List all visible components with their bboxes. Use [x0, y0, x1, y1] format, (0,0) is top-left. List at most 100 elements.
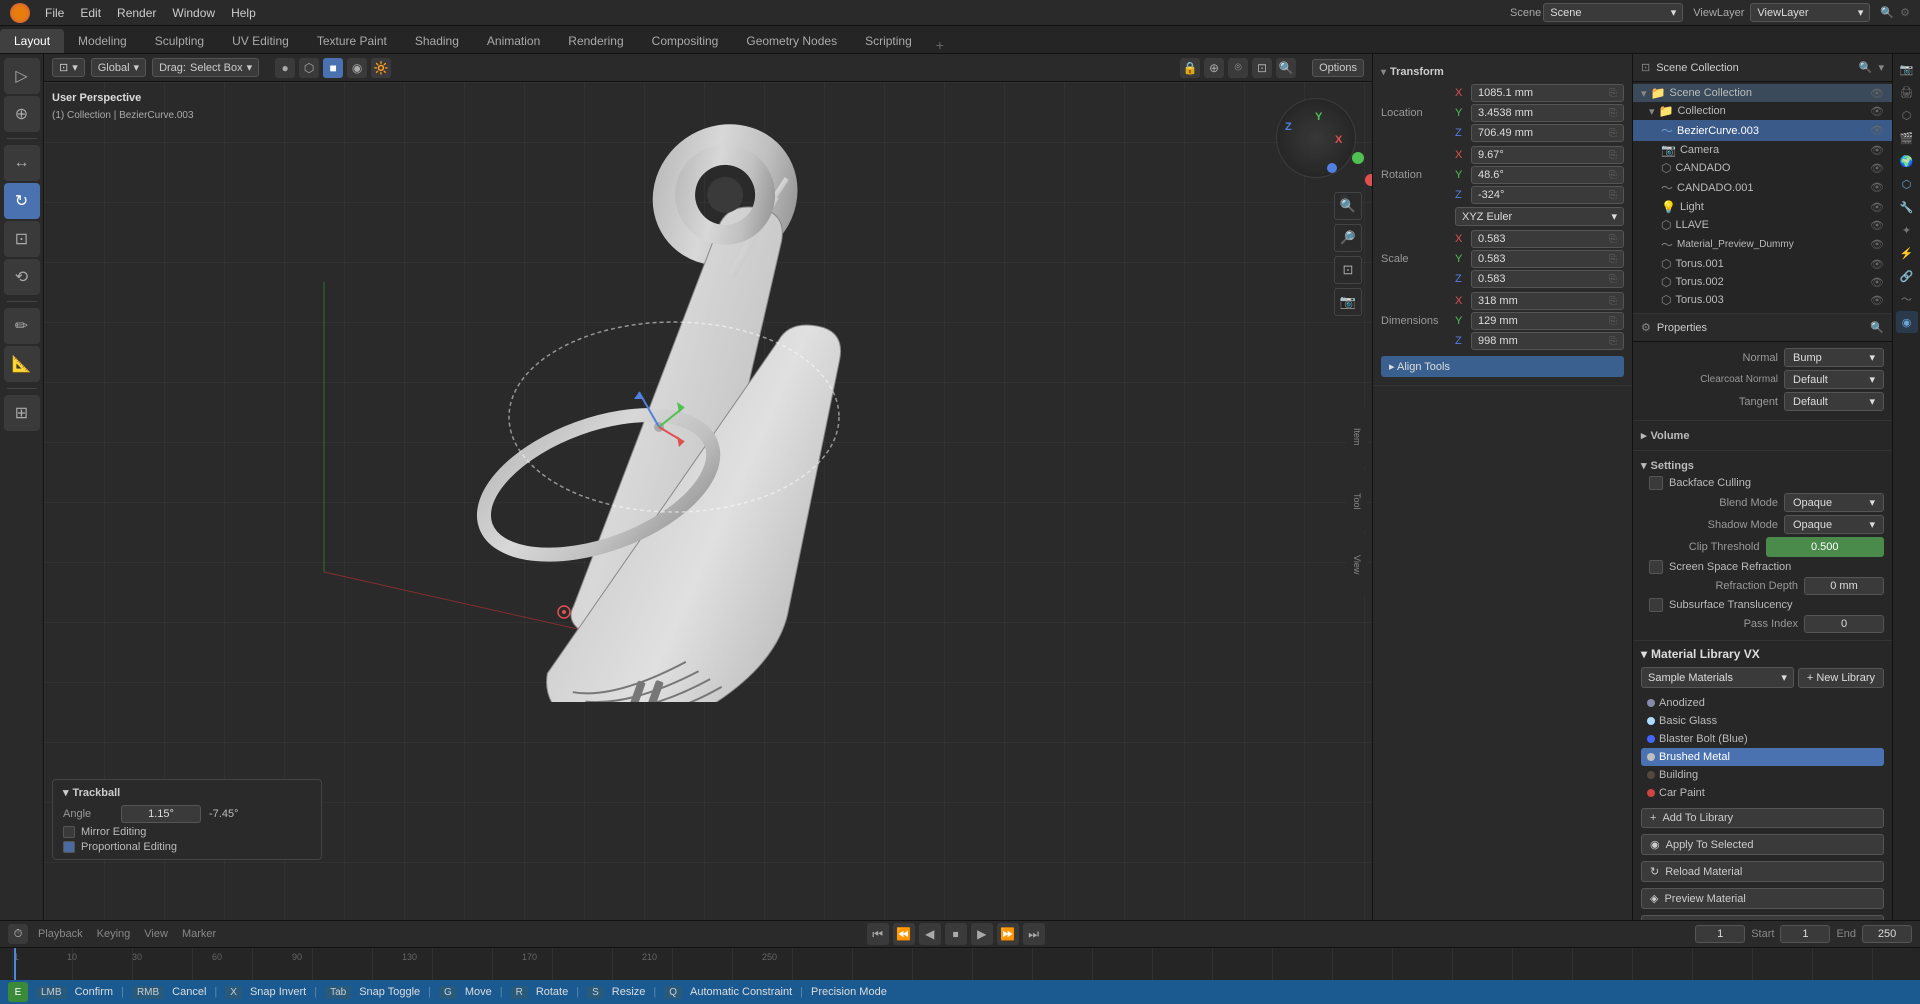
- render-props-btn[interactable]: 📷: [1896, 58, 1918, 80]
- dim-x-field[interactable]: 318 mm ⎘: [1471, 292, 1624, 310]
- transform-section-title[interactable]: ▾ Transform: [1381, 62, 1624, 84]
- playback-label[interactable]: Playback: [38, 928, 83, 940]
- particles-props-btn[interactable]: ✦: [1896, 219, 1918, 241]
- outliner-item-collection[interactable]: ▾ 📁 Collection 👁: [1633, 102, 1892, 120]
- mat-item-anodized[interactable]: Anodized: [1641, 694, 1884, 712]
- gizmo-btn[interactable]: ⊕: [1204, 58, 1224, 78]
- output-props-btn[interactable]: 🖨: [1896, 81, 1918, 103]
- mirror-editing-checkbox[interactable]: [63, 826, 75, 838]
- orientation-selector[interactable]: Global▾: [91, 58, 146, 77]
- rot-y-field[interactable]: 48.6° ⎘: [1471, 166, 1624, 184]
- normal-dropdown[interactable]: Bump▾: [1784, 348, 1884, 367]
- jump-start-btn[interactable]: ⏮: [867, 923, 889, 945]
- light-eye[interactable]: 👁: [1870, 201, 1884, 214]
- scene-collection-eye[interactable]: 👁: [1870, 87, 1884, 100]
- prev-keyframe-btn[interactable]: ⏪: [893, 923, 915, 945]
- outliner-item-torus003[interactable]: ⬡ Torus.003 👁: [1633, 291, 1892, 309]
- xray-btn[interactable]: ⊡: [1252, 58, 1272, 78]
- overlay-btn[interactable]: ⌾: [1228, 58, 1248, 78]
- wireframe-btn[interactable]: ⬡: [299, 58, 319, 78]
- navigation-orb[interactable]: X Y Z: [1276, 98, 1356, 178]
- tab-scripting[interactable]: Scripting: [851, 29, 926, 53]
- measure-tool-btn[interactable]: 📐: [4, 346, 40, 382]
- solid-btn[interactable]: ■: [323, 58, 343, 78]
- torus003-eye[interactable]: 👁: [1870, 294, 1884, 307]
- menu-help[interactable]: Help: [224, 3, 263, 23]
- outliner-item-torus001[interactable]: ⬡ Torus.001 👁: [1633, 255, 1892, 273]
- outliner-item-preview-dummy[interactable]: 〜 Material_Preview_Dummy 👁: [1633, 234, 1892, 255]
- refraction-depth-value[interactable]: 0 mm: [1804, 577, 1884, 595]
- transform-tool-btn[interactable]: ⟲: [4, 259, 40, 295]
- timeline-body[interactable]: 1 10 30 60 90 130 170 210 250: [0, 948, 1920, 980]
- tab-rendering[interactable]: Rendering: [554, 29, 637, 53]
- tab-uv-editing[interactable]: UV Editing: [218, 29, 303, 53]
- apply-to-selected-btn[interactable]: ◉Apply To Selected: [1641, 834, 1884, 855]
- properties-search-btn[interactable]: 🔍: [1870, 321, 1884, 334]
- scale-tool-btn[interactable]: ⊡: [4, 221, 40, 257]
- play-btn[interactable]: ▶: [971, 923, 993, 945]
- dim-z-field[interactable]: 998 mm ⎘: [1471, 332, 1624, 350]
- cursor-tool-btn[interactable]: ⊕: [4, 96, 40, 132]
- new-library-btn[interactable]: +New Library: [1798, 668, 1884, 688]
- blend-mode-dropdown[interactable]: Opaque▾: [1784, 493, 1884, 512]
- frame-all-btn[interactable]: ⊡: [1334, 256, 1362, 284]
- scale-y-field[interactable]: 0.583 ⎘: [1471, 250, 1624, 268]
- keying-label[interactable]: Keying: [97, 928, 131, 940]
- loc-x-field[interactable]: 1085.1 mm ⎘: [1471, 84, 1624, 102]
- subsurface-translucency-checkbox[interactable]: [1649, 598, 1663, 612]
- next-keyframe-btn[interactable]: ⏩: [997, 923, 1019, 945]
- tab-animation[interactable]: Animation: [473, 29, 554, 53]
- data-props-btn[interactable]: 〜: [1896, 288, 1918, 310]
- scene-selector[interactable]: Scene▾: [1543, 3, 1683, 22]
- item-panel-btn[interactable]: Item: [1346, 407, 1368, 467]
- outliner-item-scene-collection[interactable]: ▾ 📁 Scene Collection 👁: [1633, 84, 1892, 102]
- stop-btn[interactable]: ⏹: [945, 923, 967, 945]
- bezier-eye[interactable]: 👁: [1870, 124, 1884, 137]
- scale-x-field[interactable]: 0.583 ⎘: [1471, 230, 1624, 248]
- rotate-tool-btn[interactable]: ↻: [4, 183, 40, 219]
- candado-eye[interactable]: 👁: [1870, 162, 1884, 175]
- loc-z-field[interactable]: 706.49 mm ⎘: [1471, 124, 1624, 142]
- current-frame-field[interactable]: 1: [1695, 925, 1745, 943]
- reload-material-btn[interactable]: ↻Reload Material: [1641, 861, 1884, 882]
- mat-item-building[interactable]: Building: [1641, 766, 1884, 784]
- preview-dummy-eye[interactable]: 👁: [1870, 238, 1884, 251]
- tab-shading[interactable]: Shading: [401, 29, 473, 53]
- dim-y-field[interactable]: 129 mm ⎘: [1471, 312, 1624, 330]
- start-frame-field[interactable]: 1: [1780, 925, 1830, 943]
- mat-item-brushed-metal[interactable]: Brushed Metal: [1641, 748, 1884, 766]
- loc-y-field[interactable]: 3.4538 mm ⎘: [1471, 104, 1624, 122]
- backface-culling-checkbox[interactable]: [1649, 476, 1663, 490]
- menu-file[interactable]: File: [38, 3, 71, 23]
- add-to-library-btn[interactable]: +Add To Library: [1641, 808, 1884, 828]
- physics-props-btn[interactable]: ⚡: [1896, 242, 1918, 264]
- view-panel-btn[interactable]: View: [1346, 535, 1368, 595]
- search-viewport-btn[interactable]: 🔍: [1276, 58, 1296, 78]
- view-label[interactable]: View: [144, 928, 168, 940]
- viewport-mode-btn[interactable]: ●: [275, 58, 295, 78]
- scene-props-btn[interactable]: 🎬: [1896, 127, 1918, 149]
- material-library-dropdown[interactable]: Sample Materials ▾: [1641, 667, 1794, 688]
- camera-eye[interactable]: 👁: [1870, 144, 1884, 157]
- preview-material-btn[interactable]: ◈Preview Material: [1641, 888, 1884, 909]
- shadow-mode-dropdown[interactable]: Opaque▾: [1784, 515, 1884, 534]
- menu-edit[interactable]: Edit: [73, 3, 108, 23]
- outliner-item-candado001[interactable]: 〜 CANDADO.001 👁: [1633, 177, 1892, 198]
- engine-icon[interactable]: E: [8, 982, 28, 1002]
- add-tool-btn[interactable]: ⊞: [4, 395, 40, 431]
- llave-eye[interactable]: 👁: [1870, 219, 1884, 232]
- camera-view-btn[interactable]: 📷: [1334, 288, 1362, 316]
- select-tool-btn[interactable]: ▷: [4, 58, 40, 94]
- material-props-btn[interactable]: ◉: [1896, 311, 1918, 333]
- object-props-btn[interactable]: ⬡: [1896, 173, 1918, 195]
- zoom-out-btn[interactable]: 🔎: [1334, 224, 1362, 252]
- add-editor-tab[interactable]: +: [930, 37, 950, 53]
- outliner-search-btn[interactable]: 🔍: [1859, 61, 1873, 74]
- collection-eye[interactable]: 👁: [1870, 105, 1884, 118]
- outliner-item-llave[interactable]: ⬡ LLAVE 👁: [1633, 216, 1892, 234]
- torus002-eye[interactable]: 👁: [1870, 276, 1884, 289]
- mat-item-blaster-bolt[interactable]: Blaster Bolt (Blue): [1641, 730, 1884, 748]
- tab-compositing[interactable]: Compositing: [638, 29, 733, 53]
- material-preview-btn[interactable]: ◉: [347, 58, 367, 78]
- play-reverse-btn[interactable]: ◀: [919, 923, 941, 945]
